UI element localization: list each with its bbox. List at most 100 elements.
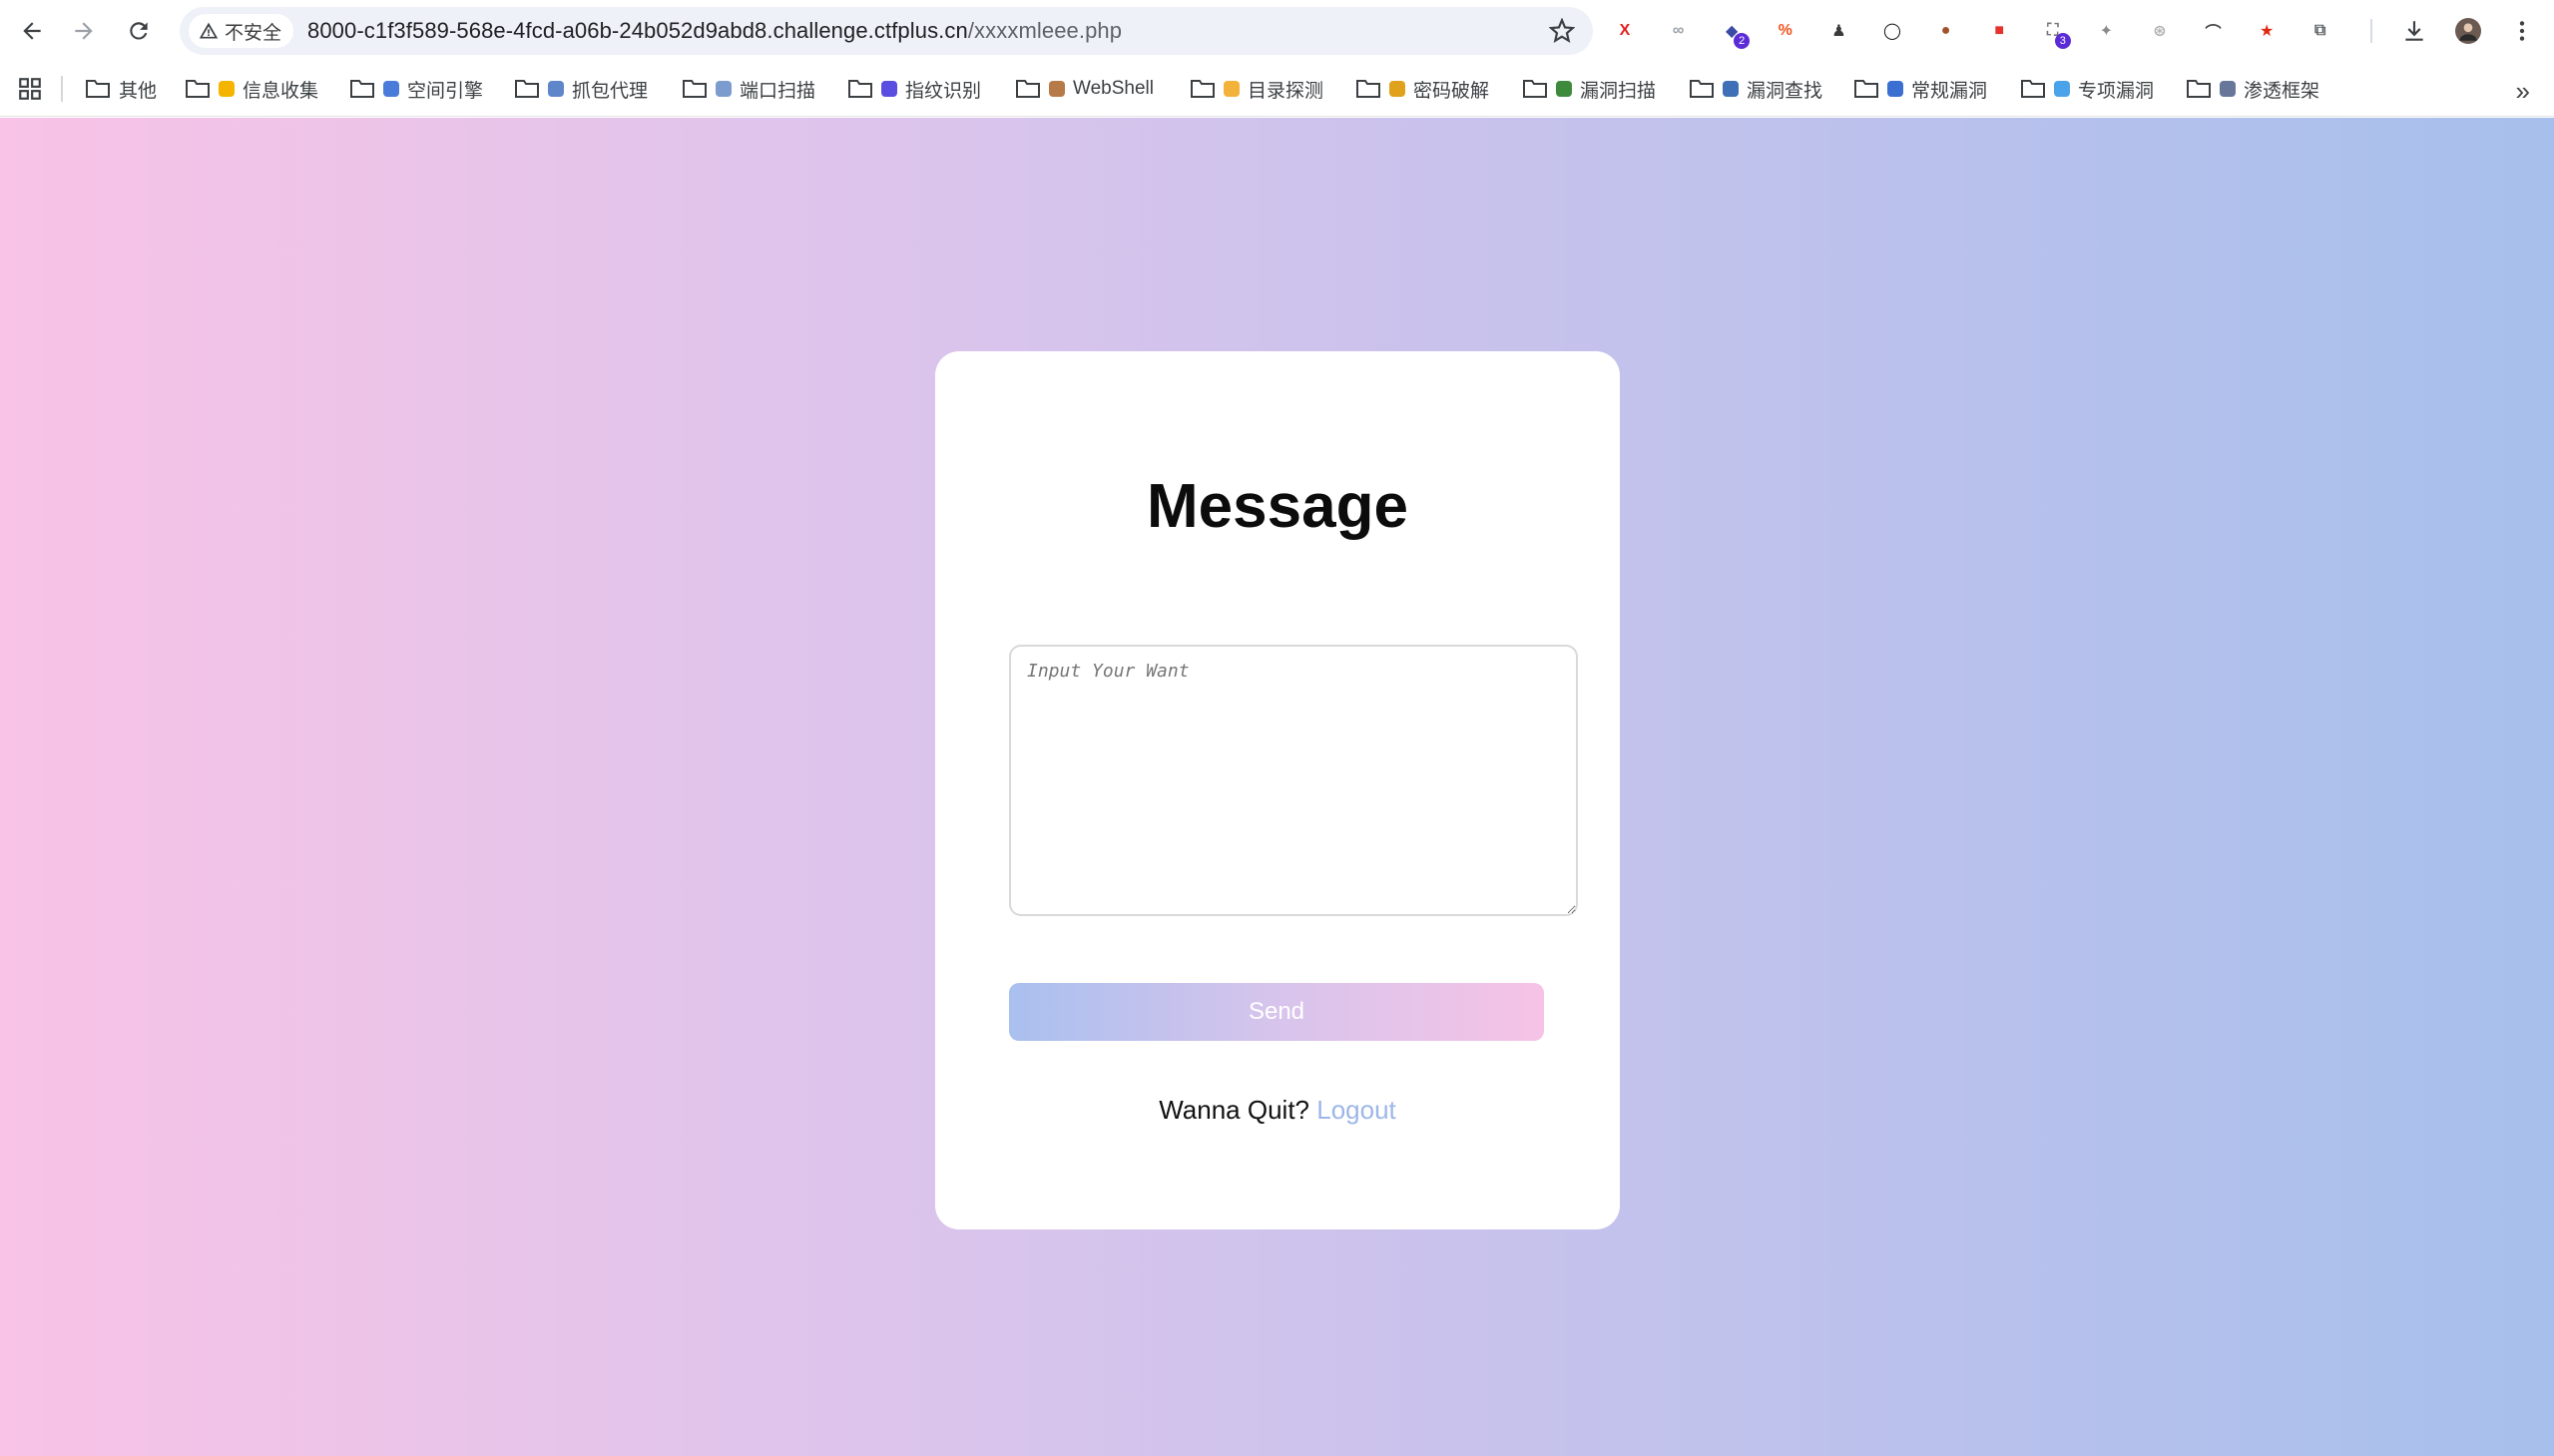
- folder-icon: [848, 80, 872, 98]
- tools-icon: [2220, 81, 2236, 97]
- hat-extension-icon[interactable]: ◆ 2: [1714, 13, 1751, 49]
- cube-extension-icon-glyph: ■: [1994, 22, 2004, 39]
- reload-icon: [130, 22, 148, 40]
- url-path: /xxxxmleee.php: [967, 18, 1123, 43]
- folder-icon: [1356, 80, 1380, 98]
- gem-icon: [2054, 81, 2070, 97]
- cube-extension-icon[interactable]: ■: [1981, 13, 2017, 49]
- message-input[interactable]: [1009, 645, 1578, 916]
- folder-icon: [1224, 81, 1240, 97]
- scan-extension-icon[interactable]: ⛶ 3: [2035, 13, 2071, 49]
- bookmark-label: 常规漏洞: [1911, 80, 1988, 102]
- lock-icon: [1389, 81, 1405, 97]
- bookmark-folder[interactable]: 渗透框架: [2186, 72, 2319, 106]
- send-button[interactable]: Send: [1009, 983, 1544, 1041]
- hat2-extension-icon-glyph: ⌒: [2205, 25, 2222, 42]
- cookie-extension-icon[interactable]: ●: [1928, 13, 1964, 49]
- bookmark-folder[interactable]: 密码破解: [1355, 72, 1489, 106]
- bookmark-label: 空间引擎: [407, 80, 484, 102]
- puzzle-extension-icon-glyph: ⧉: [2314, 22, 2326, 39]
- bookmark-folder[interactable]: 常规漏洞: [1853, 72, 1987, 106]
- address-bar[interactable]: 不安全 8000-c1f3f589-568e-4fcd-a06b-24b052d…: [180, 7, 1593, 55]
- folder-icon: [1523, 80, 1547, 98]
- puzzle-extension-icon[interactable]: ⧉: [2302, 13, 2338, 49]
- security-chip[interactable]: 不安全: [189, 14, 294, 48]
- warning-icon: [199, 22, 219, 39]
- browser-toolbar: 不安全 8000-c1f3f589-568e-4fcd-a06b-24b052d…: [0, 0, 2554, 62]
- forward-button[interactable]: [66, 13, 102, 49]
- shield-extension-icon-glyph: ⊛: [2153, 23, 2167, 40]
- percent-extension-icon-glyph: %: [1778, 22, 1792, 39]
- x-extension-icon-glyph: X: [1619, 22, 1631, 39]
- quit-text: Wanna Quit?: [1159, 1095, 1310, 1125]
- url-text[interactable]: 8000-c1f3f589-568e-4fcd-a06b-24b052d9abd…: [307, 18, 1122, 44]
- toolbar-divider: [2370, 19, 2372, 43]
- folder-icon: [1690, 80, 1714, 98]
- bookmark-folder[interactable]: 抓包代理: [514, 72, 648, 106]
- bookmark-label: 目录探测: [1248, 80, 1324, 102]
- folder-icon: [1191, 80, 1215, 98]
- bookmark-folder[interactable]: 专项漏洞: [2020, 72, 2154, 106]
- bookmark-label: 指纹识别: [905, 80, 982, 102]
- bookmarks-bar: 其他 信息收集 空间引擎 抓包代理 端口扫描 指纹识别 WebShell 目录探测 密码破解 漏洞…: [0, 62, 2554, 117]
- bookmark-folder[interactable]: 信息收集: [185, 72, 318, 106]
- bookmark-label: 端口扫描: [740, 80, 816, 102]
- folder-icon: [515, 80, 539, 98]
- link-extension-icon[interactable]: ∞: [1661, 13, 1697, 49]
- folder-icon: [2187, 80, 2211, 98]
- circle-extension-icon-glyph: ◯: [1883, 23, 1901, 40]
- extension-badge: 3: [2054, 33, 2071, 49]
- extension-badge: 2: [1734, 33, 1751, 49]
- mailbox-icon: [383, 81, 399, 97]
- quit-line: Wanna Quit? Logout: [935, 1095, 1620, 1126]
- bookmark-label: 漏洞扫描: [1580, 80, 1657, 102]
- downloads-button[interactable]: [2396, 13, 2432, 49]
- circle-extension-icon[interactable]: ◯: [1874, 13, 1910, 49]
- page-title: Message: [1147, 472, 1408, 541]
- bookmark-folder[interactable]: 端口扫描: [682, 72, 815, 106]
- cookie-extension-icon-glyph: ●: [1940, 22, 1951, 39]
- bookmark-folder[interactable]: 漏洞查找: [1689, 72, 1822, 106]
- apps-grid-icon[interactable]: [17, 76, 43, 102]
- bookmark-folder[interactable]: 指纹识别: [847, 72, 981, 106]
- bookmark-folder[interactable]: 漏洞扫描: [1522, 72, 1656, 106]
- bird-extension-icon[interactable]: ✦: [2088, 13, 2124, 49]
- more-vert-icon: [2519, 21, 2525, 41]
- spy-extension-icon-glyph: ♟: [1831, 23, 1846, 40]
- bookmark-label: WebShell: [1073, 78, 1154, 99]
- back-button[interactable]: [14, 13, 50, 49]
- folder-icon: [2021, 80, 2045, 98]
- logout-link[interactable]: Logout: [1316, 1095, 1396, 1125]
- bookmark-folder[interactable]: 空间引擎: [349, 72, 483, 106]
- bookmark-label: 抓包代理: [572, 80, 649, 102]
- menu-button[interactable]: [2504, 13, 2540, 49]
- folder-icon: [683, 80, 707, 98]
- download-icon: [2405, 21, 2423, 41]
- extensions-bar: X ∞ ◆ 2% ♟ ◯ ● ■ ⛶ 3 ✦ ⊛ ⌒ ★ ⧉: [1607, 13, 2355, 49]
- shield-extension-icon[interactable]: ⊛: [2142, 13, 2178, 49]
- hat2-extension-icon[interactable]: ⌒: [2196, 13, 2232, 49]
- page-background: Message Send Wanna Quit? Logout: [0, 118, 2554, 1456]
- ufo-icon: [716, 81, 732, 97]
- percent-extension-icon[interactable]: %: [1768, 13, 1803, 49]
- bookmark-folder[interactable]: WebShell: [1015, 72, 1154, 106]
- folder-icon: [1854, 80, 1878, 98]
- x-extension-icon[interactable]: X: [1607, 13, 1643, 49]
- link-extension-icon-glyph: ∞: [1672, 22, 1685, 39]
- bookmark-label: 其他: [119, 80, 158, 102]
- spy-extension-icon[interactable]: ♟: [1820, 13, 1856, 49]
- url-host: 8000-c1f3f589-568e-4fcd-a06b-24b052d9abd…: [307, 18, 968, 43]
- arrow-left-icon: [23, 22, 41, 40]
- bookmark-label: 漏洞查找: [1747, 80, 1823, 102]
- reload-button[interactable]: [121, 13, 157, 49]
- flag-extension-icon[interactable]: ★: [2249, 13, 2285, 49]
- box-icon: [1049, 81, 1065, 97]
- bookmark-folder[interactable]: 其他: [85, 72, 157, 106]
- avatar: [2455, 18, 2481, 44]
- swirl-icon: [881, 81, 897, 97]
- bookmark-star-icon[interactable]: [1549, 18, 1575, 44]
- chevron-double-right-icon[interactable]: »: [2516, 76, 2530, 107]
- profile-button[interactable]: [2450, 13, 2486, 49]
- bookmark-label: 密码破解: [1413, 80, 1490, 102]
- bookmark-folder[interactable]: 目录探测: [1190, 72, 1323, 106]
